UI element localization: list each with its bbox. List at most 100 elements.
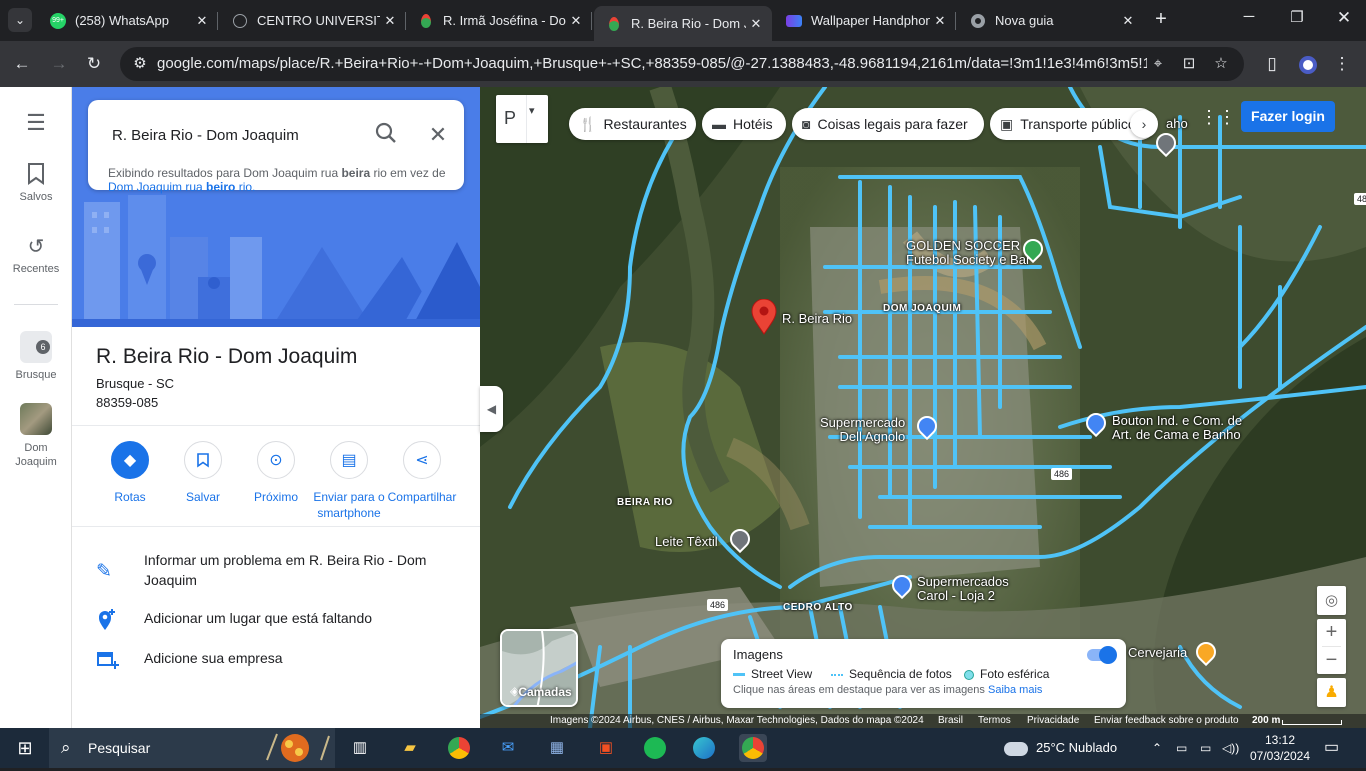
- star-icon[interactable]: ☆: [1211, 54, 1231, 74]
- close-tab-icon[interactable]: ✕: [930, 13, 950, 29]
- task-view-button[interactable]: ▥: [346, 734, 374, 762]
- location-icon[interactable]: ⌖: [1148, 54, 1168, 74]
- rail-item-salvos[interactable]: Salvos: [0, 163, 72, 203]
- search-icon[interactable]: [372, 122, 400, 150]
- sign-in-button[interactable]: Fazer login: [1241, 101, 1335, 132]
- close-tab-icon[interactable]: ✕: [192, 13, 212, 29]
- tab-irma-josefina[interactable]: R. Irmã Joséfina - Dom Joaquim ✕: [406, 6, 592, 35]
- rail-item-recentes[interactable]: ↺ Recentes: [0, 235, 72, 275]
- my-location-button[interactable]: ◎: [1317, 586, 1346, 615]
- imagery-toggle[interactable]: [1087, 646, 1117, 664]
- chrome-menu-button[interactable]: ⋮: [1330, 52, 1354, 76]
- clock[interactable]: 13:12 07/03/2024: [1246, 728, 1314, 768]
- country-link[interactable]: Brasil: [938, 715, 963, 726]
- meet-now-icon[interactable]: ▭: [1176, 728, 1187, 768]
- spotify-button[interactable]: [641, 734, 669, 762]
- chip-restaurants[interactable]: 🍴 Restaurantes: [569, 108, 696, 140]
- zoom-out-button[interactable]: −: [1317, 647, 1346, 674]
- tab-whatsapp[interactable]: 99+ (258) WhatsApp ✕: [38, 6, 218, 35]
- map-label-edge-top[interactable]: aho: [1166, 117, 1188, 131]
- chip-hotels[interactable]: ▬ Hotéis: [702, 108, 786, 140]
- close-tab-icon[interactable]: ✕: [746, 16, 766, 32]
- profile-button[interactable]: [1296, 52, 1320, 76]
- calculator-button[interactable]: ▦: [543, 734, 571, 762]
- edge-button[interactable]: [690, 734, 718, 762]
- chips-scroll-right-button[interactable]: ›: [1130, 110, 1158, 138]
- terms-link[interactable]: Termos: [978, 715, 1011, 726]
- map-label-bouton[interactable]: Bouton Ind. e Com. de Art. de Cama e Banh…: [1112, 414, 1242, 442]
- forward-button[interactable]: →: [47, 52, 71, 76]
- map-label-supermercados-carol[interactable]: Supermercados Carol - Loja 2: [917, 575, 1009, 603]
- rail-item-brusque[interactable]: 6 Brusque: [0, 331, 72, 381]
- tab-nova-guia[interactable]: Nova guia ✕: [958, 6, 1144, 35]
- reload-button[interactable]: ↻: [82, 52, 106, 76]
- map-label-cervejaria[interactable]: Cervejaria: [1128, 646, 1187, 660]
- minimize-button[interactable]: ─: [1234, 8, 1264, 32]
- close-window-button[interactable]: ✕: [1329, 8, 1359, 32]
- tab-centro-universitario[interactable]: CENTRO UNIVERSITÁRIO ✕: [220, 6, 406, 35]
- file-explorer-button[interactable]: ▰: [396, 734, 424, 762]
- tab-beira-rio[interactable]: R. Beira Rio - Dom Joaquim ✕: [594, 6, 772, 41]
- collapse-panel-button[interactable]: ◀: [480, 386, 503, 432]
- original-query-link[interactable]: Dom Joaquim rua beiro rio.: [108, 180, 255, 194]
- taskbar-search[interactable]: ⌕ Pesquisar: [49, 728, 335, 768]
- close-tab-icon[interactable]: ✕: [1118, 13, 1138, 29]
- map-label-dell-agnolo[interactable]: Supermercado Dell Agnolo: [820, 416, 905, 444]
- show-hidden-icons-button[interactable]: ⌃: [1152, 728, 1162, 768]
- network-icon[interactable]: ▭: [1200, 728, 1211, 768]
- selected-place-pin[interactable]: [751, 298, 777, 335]
- map-label-beira-rio-pin[interactable]: R. Beira Rio: [782, 312, 852, 326]
- tab-wallpaper[interactable]: Wallpaper Handphone ✕: [774, 6, 956, 35]
- chip-things-to-do[interactable]: ◙ Coisas legais para fazer: [792, 108, 984, 140]
- notifications-button[interactable]: ▭: [1324, 728, 1339, 768]
- map-label-leite-textil[interactable]: Leite Têxtil: [655, 535, 718, 549]
- install-app-icon[interactable]: ⊡: [1179, 54, 1199, 74]
- report-problem-item[interactable]: ✎ Informar um problema em R. Beira Rio -…: [72, 550, 480, 592]
- mail-button[interactable]: ✉: [494, 734, 522, 762]
- restore-button[interactable]: ❐: [1282, 8, 1312, 32]
- place-panel: R. Beira Rio - Dom Joaquim ✕ Exibindo re…: [72, 87, 480, 728]
- cloud-icon: [1004, 741, 1028, 756]
- google-apps-button[interactable]: ⋮⋮: [1200, 107, 1236, 129]
- new-tab-button[interactable]: +: [1150, 8, 1172, 30]
- site-info-icon[interactable]: ⚙: [130, 54, 150, 74]
- layers-button[interactable]: ◈ Camadas: [500, 629, 578, 707]
- add-business-item[interactable]: Adicione sua empresa: [72, 648, 480, 672]
- close-tab-icon[interactable]: ✕: [566, 13, 586, 29]
- spotify-icon: [644, 737, 666, 760]
- start-button[interactable]: ⊞: [11, 734, 39, 762]
- chrome-active-taskbar-button[interactable]: [739, 734, 767, 762]
- share-button[interactable]: ⋖ Compartilhar: [377, 441, 467, 505]
- zoom-in-button[interactable]: +: [1317, 619, 1346, 646]
- volume-icon[interactable]: ◁)): [1222, 728, 1239, 768]
- parking-layer-button[interactable]: P ▾: [496, 95, 548, 143]
- action-label: Compartilhar: [387, 490, 457, 504]
- close-icon[interactable]: ✕: [424, 122, 452, 150]
- map-label-golden-soccer[interactable]: GOLDEN SOCCER Futebol Society e Bar: [906, 239, 1030, 267]
- rail-item-dom-joaquim[interactable]: Dom Joaquim: [0, 403, 72, 469]
- pegman-button[interactable]: ♟: [1317, 678, 1346, 707]
- plus-icon: +: [1155, 8, 1167, 30]
- weather-widget[interactable]: 25°C Nublado: [1004, 728, 1117, 768]
- side-panel-button[interactable]: ▯: [1260, 52, 1284, 76]
- tab-search-button[interactable]: ⌄: [8, 8, 32, 32]
- close-tab-icon[interactable]: ✕: [380, 13, 400, 29]
- back-button[interactable]: ←: [10, 52, 34, 76]
- store-button[interactable]: ▣: [592, 734, 620, 762]
- url-text[interactable]: google.com/maps/place/R.+Beira+Rio+-+Dom…: [157, 55, 1147, 72]
- scale-label[interactable]: 200 m: [1252, 715, 1280, 726]
- learn-more-link[interactable]: Saiba mais: [988, 684, 1042, 696]
- chip-label: Coisas legais para fazer: [817, 116, 968, 132]
- feedback-link[interactable]: Enviar feedback sobre o produto: [1094, 715, 1239, 726]
- chrome-taskbar-button[interactable]: [445, 734, 473, 762]
- bookmark-icon: [24, 163, 48, 187]
- search-input[interactable]: R. Beira Rio - Dom Joaquim: [112, 127, 299, 144]
- maps-icon: [418, 13, 434, 29]
- address-bar[interactable]: ⚙ google.com/maps/place/R.+Beira+Rio+-+D…: [120, 47, 1244, 81]
- add-missing-place-item[interactable]: Adicionar um lugar que está faltando: [72, 608, 480, 632]
- menu-button[interactable]: ☰: [0, 111, 72, 139]
- privacy-link[interactable]: Privacidade: [1027, 715, 1079, 726]
- imagery-title: Imagens: [733, 647, 783, 662]
- maps-icon: [606, 16, 622, 32]
- satellite-map[interactable]: GOLDEN SOCCER Futebol Society e Bar R. Be…: [480, 87, 1366, 728]
